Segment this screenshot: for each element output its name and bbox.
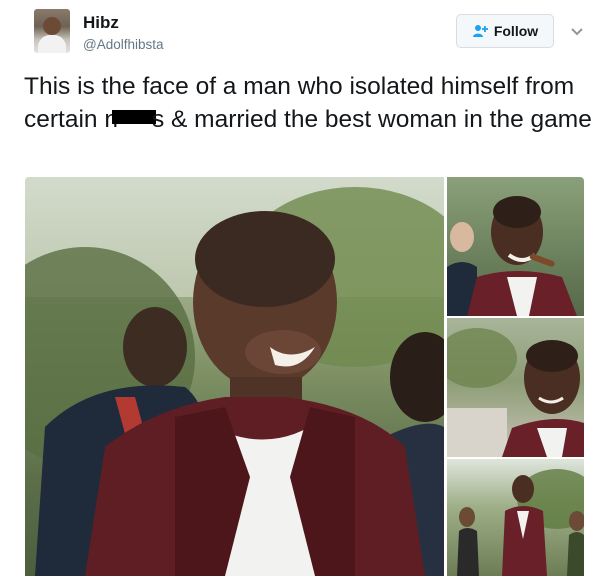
follow-button-label: Follow xyxy=(493,23,539,39)
display-name[interactable]: Hibz xyxy=(83,13,119,33)
follow-button[interactable]: Follow xyxy=(456,14,554,48)
tweet-text-part2: s & married the best woman in the game xyxy=(151,106,592,133)
photo-3[interactable] xyxy=(447,318,584,457)
photo-4[interactable] xyxy=(447,459,584,576)
user-handle[interactable]: @Adolfhibsta xyxy=(83,37,164,52)
photo-main[interactable] xyxy=(25,177,444,576)
avatar[interactable] xyxy=(34,9,70,53)
person-add-icon xyxy=(472,24,488,38)
tweet-text: This is the face of a man who isolated h… xyxy=(24,70,594,136)
photo-2[interactable] xyxy=(447,177,584,316)
censor-bar xyxy=(111,110,156,124)
chevron-down-icon[interactable] xyxy=(570,24,584,36)
